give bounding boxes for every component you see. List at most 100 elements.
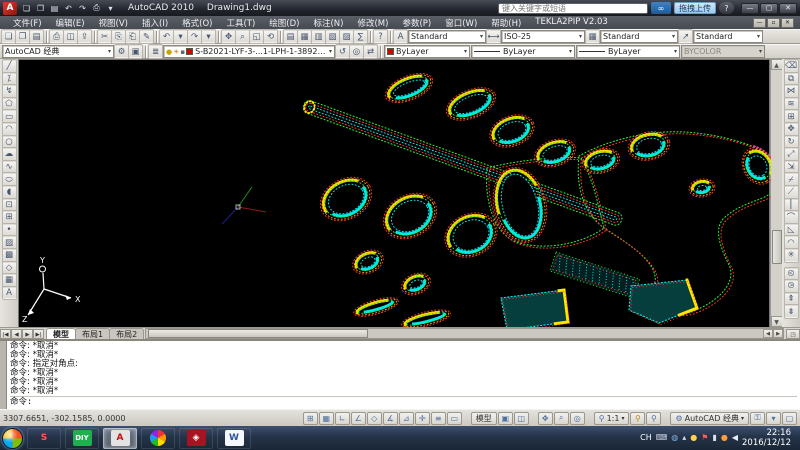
ortho-toggle[interactable]: ∟ (335, 412, 350, 425)
communication-center-icon[interactable]: ∞ (651, 2, 671, 14)
quickview-layouts-icon[interactable]: ▣ (498, 412, 513, 425)
region-icon[interactable]: ◇ (3, 262, 16, 275)
drawing-canvas[interactable]: YXZ (18, 59, 770, 327)
close-button[interactable]: ✕ (779, 3, 797, 14)
horizontal-scroll-thumb[interactable] (148, 329, 368, 338)
help-button[interactable]: ? (719, 2, 734, 14)
otrack-toggle[interactable]: ∡ (383, 412, 398, 425)
workspace-save-icon[interactable]: ▣ (129, 45, 142, 58)
vertical-scrollbar[interactable]: ▲ ▼ (770, 59, 782, 327)
tray-battery-icon[interactable]: ▮ (712, 434, 716, 442)
mtext-icon[interactable]: A (3, 287, 16, 300)
workspace-dropdown[interactable]: AutoCAD 经典 (2, 45, 114, 58)
upload-button[interactable]: 拖拽上传 (674, 2, 716, 14)
model-space-button[interactable]: 模型 (471, 412, 497, 425)
pan-icon[interactable]: ✥ (222, 30, 235, 43)
tray-action-center-icon[interactable]: ⚑ (701, 434, 708, 442)
chamfer-icon[interactable]: ◺ (785, 224, 798, 237)
break-point-icon[interactable]: ⎮ (785, 199, 798, 212)
ellipse-icon[interactable]: ⬭ (3, 173, 16, 186)
polyline-icon[interactable]: ↯ (3, 85, 16, 98)
trim-icon[interactable]: ⌿ (785, 173, 798, 186)
table-icon[interactable]: ▦ (3, 274, 16, 287)
quickcalc-icon[interactable]: ∑ (354, 30, 367, 43)
tool-palettes-icon[interactable]: ▥ (312, 30, 325, 43)
qat-caret-icon[interactable]: ▾ (104, 2, 117, 14)
help-icon[interactable]: ? (374, 30, 387, 43)
redo-icon[interactable]: ↷ (188, 30, 201, 43)
zoom-window-icon[interactable]: ◱ (250, 30, 263, 43)
menu-item-8[interactable]: 修改(M) (350, 17, 395, 29)
command-window-splitter[interactable] (0, 341, 7, 409)
tab-模型[interactable]: 模型 (46, 328, 76, 339)
workspace-settings-icon[interactable]: ⚙ (115, 45, 128, 58)
osnap-toggle[interactable]: ◇ (367, 412, 382, 425)
zoom-icon[interactable]: ⌕ (554, 412, 569, 425)
vertical-scroll-thumb[interactable] (772, 230, 782, 264)
qnew-icon[interactable]: ❏ (20, 2, 33, 14)
hatch-icon[interactable]: ▨ (3, 236, 16, 249)
minimize-button[interactable]: — (741, 3, 759, 14)
color-dropdown[interactable]: ByLayer (384, 45, 470, 58)
arc-icon[interactable]: ◠ (3, 123, 16, 136)
menu-item-3[interactable]: 插入(I) (135, 17, 175, 29)
taskbar-app-word[interactable]: W (217, 428, 251, 449)
properties-icon[interactable]: ▤ (284, 30, 297, 43)
make-block-icon[interactable]: ⊞ (3, 211, 16, 224)
xline-icon[interactable]: ⁒ (3, 73, 16, 86)
undo-icon[interactable]: ↶ (62, 2, 75, 14)
gradient-icon[interactable]: ▩ (3, 249, 16, 262)
command-line-window[interactable]: 命令: *取消*命令: *取消*命令: 指定对角点:命令: *取消*命令: *取… (0, 339, 800, 409)
dim-style-dropdown[interactable]: ISO-25 (501, 30, 585, 43)
qp-toggle[interactable]: ▭ (447, 412, 462, 425)
qnew-icon[interactable]: ❏ (2, 30, 15, 43)
snap-toggle[interactable]: ⊞ (303, 412, 318, 425)
rotate-icon[interactable]: ↻ (785, 136, 798, 149)
copy-clip-icon[interactable]: ⎘ (112, 30, 125, 43)
layer-states-icon[interactable]: ◎ (350, 45, 363, 58)
polygon-icon[interactable]: ⬠ (3, 98, 16, 111)
tab-first-icon[interactable]: |◀ (0, 329, 11, 339)
menu-item-2[interactable]: 视图(V) (92, 17, 135, 29)
mleader-style-icon[interactable]: ↗ (679, 30, 692, 43)
break-icon[interactable]: ⌒ (785, 211, 798, 224)
command-prompt[interactable]: 命令: (10, 396, 797, 408)
menu-item-12[interactable]: TEKLA2PIP V2.03 (528, 17, 615, 29)
zoom-previous-icon[interactable]: ⟲ (264, 30, 277, 43)
array-icon[interactable]: ⊞ (785, 110, 798, 123)
extend-icon[interactable]: ⟋ (785, 186, 798, 199)
rectangle-icon[interactable]: ▭ (3, 110, 16, 123)
taskbar-clock[interactable]: 22:16 2016/12/12 (742, 428, 794, 448)
workspace-switcher-button[interactable]: ⚙ AutoCAD 经典 ▾ (670, 412, 749, 425)
draworder-under-icon[interactable]: ⇟ (785, 305, 798, 318)
menu-item-0[interactable]: 文件(F) (6, 17, 49, 29)
spline-icon[interactable]: ∿ (3, 161, 16, 174)
save-icon[interactable]: ▤ (48, 2, 61, 14)
pan-icon[interactable]: ✥ (538, 412, 553, 425)
quickview-drawings-icon[interactable]: ◫ (514, 412, 529, 425)
paste-icon[interactable]: ⎗ (126, 30, 139, 43)
layer-properties-icon[interactable]: ≣ (149, 45, 162, 58)
layer-isolate-icon[interactable]: ⇄ (364, 45, 377, 58)
search-input[interactable] (498, 3, 648, 14)
tab-next-icon[interactable]: ▶ (22, 329, 33, 339)
text-style-dropdown[interactable]: Standard (408, 30, 486, 43)
grid-toggle[interactable]: ▦ (319, 412, 334, 425)
doc-close-button[interactable]: ✕ (781, 18, 794, 28)
polar-toggle[interactable]: ∠ (351, 412, 366, 425)
draworder-above-icon[interactable]: ⇞ (785, 293, 798, 306)
annotation-autoscale-icon[interactable]: ⚲ (646, 412, 661, 425)
revcloud-icon[interactable]: ☁ (3, 148, 16, 161)
tab-布局1[interactable]: 布局1 (75, 328, 110, 339)
designcenter-icon[interactable]: ▦ (298, 30, 311, 43)
taskbar-app-ivms[interactable]: ◈ (179, 428, 213, 449)
ellipse-arc-icon[interactable]: ◖ (3, 186, 16, 199)
status-menu-caret-icon[interactable]: ▾ (766, 412, 781, 425)
erase-icon[interactable]: ⌫ (785, 60, 798, 73)
scroll-down-icon[interactable]: ▼ (771, 316, 783, 327)
stretch-icon[interactable]: ⇲ (785, 161, 798, 174)
scale-icon[interactable]: ⤢ (785, 148, 798, 161)
redo-icon[interactable]: ↷ (76, 2, 89, 14)
doc-minimize-button[interactable]: — (753, 18, 766, 28)
menu-item-10[interactable]: 窗口(W) (438, 17, 484, 29)
